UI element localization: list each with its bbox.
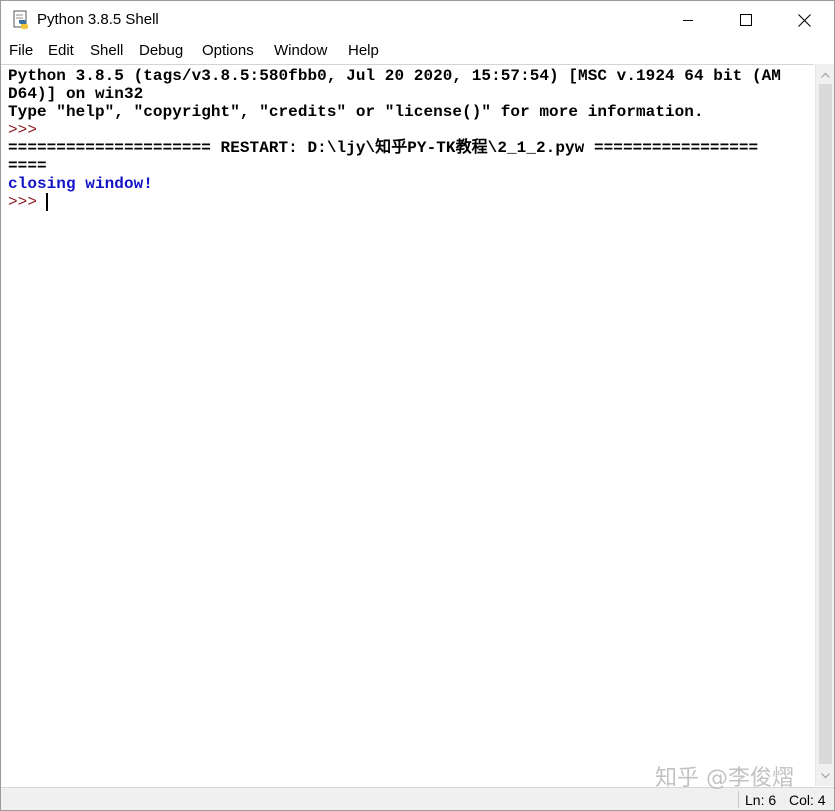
- chevron-up-icon: [821, 72, 830, 78]
- banner-line: Python 3.8.5 (tags/v3.8.5:580fbb0, Jul 2…: [8, 67, 781, 85]
- menu-debug[interactable]: Debug: [139, 41, 183, 61]
- shell-text-area[interactable]: Python 3.8.5 (tags/v3.8.5:580fbb0, Jul 2…: [1, 64, 814, 787]
- restart-banner: ===================== RESTART: D:\ljy\知乎…: [8, 139, 759, 157]
- window-title: Python 3.8.5 Shell: [37, 11, 159, 28]
- text-cursor: [46, 193, 48, 211]
- program-output: closing window!: [8, 175, 153, 193]
- menu-bar: File Edit Shell Debug Options Window Hel…: [1, 39, 834, 63]
- scrollbar-thumb[interactable]: [819, 84, 832, 764]
- restart-banner: ====: [8, 157, 47, 175]
- vertical-scrollbar[interactable]: [815, 64, 834, 786]
- watermark: 知乎 @李俊熠: [655, 766, 794, 791]
- menu-help[interactable]: Help: [348, 41, 379, 61]
- shell-prompt: >>>: [8, 121, 37, 139]
- scroll-down-button[interactable]: [816, 767, 834, 784]
- scroll-up-button[interactable]: [816, 66, 834, 83]
- python-idle-icon: [13, 10, 28, 29]
- menu-options[interactable]: Options: [202, 41, 254, 61]
- close-icon: [797, 13, 811, 27]
- title-bar[interactable]: Python 3.8.5 Shell: [1, 1, 834, 39]
- minimize-button[interactable]: [658, 1, 718, 39]
- minimize-icon: [683, 20, 693, 21]
- menu-window[interactable]: Window: [274, 41, 327, 61]
- shell-prompt: >>>: [8, 193, 37, 211]
- close-button[interactable]: [774, 1, 834, 39]
- status-line: Ln: 6: [745, 792, 777, 808]
- banner-line: D64)] on win32: [8, 85, 144, 103]
- maximize-icon: [740, 14, 752, 26]
- status-col: Col: 4: [789, 792, 826, 808]
- menu-shell[interactable]: Shell: [90, 41, 123, 61]
- menu-file[interactable]: File: [9, 41, 33, 61]
- idle-shell-window: Python 3.8.5 Shell File Edit Shell Debug…: [0, 0, 835, 811]
- chevron-down-icon: [821, 772, 830, 778]
- maximize-button[interactable]: [716, 1, 776, 39]
- status-separator: [738, 791, 739, 808]
- banner-line: Type "help", "copyright", "credits" or "…: [8, 103, 704, 121]
- menu-edit[interactable]: Edit: [48, 41, 74, 61]
